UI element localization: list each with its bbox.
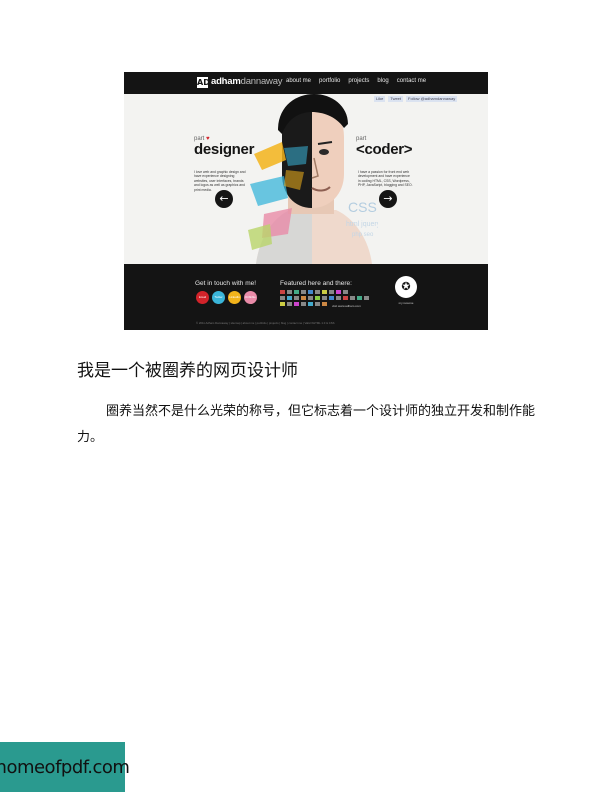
featured-link[interactable]: visit www.adham.com [332,304,361,308]
contact-buttons: Email Twitter LinkedIn Dribbble [196,291,257,304]
site-nav: about me portfolio projects blog contact… [286,78,426,84]
svg-text:html jquery: html jquery [346,221,378,228]
site-logo: adhamdannaway [211,76,283,87]
designer-blurb: I love web and graphic design and have e… [194,170,246,192]
follow-button: Follow @adhamdannaway [406,96,458,102]
coder-blurb: I have a passion for front end web devel… [358,170,413,188]
website-screenshot: AD adhamdannaway about me portfolio proj… [124,72,488,330]
contact-button[interactable]: Twitter [212,291,225,304]
designer-label: part ♥ designer [194,136,254,157]
svg-text:CSS: CSS [348,199,377,215]
nav-item: portfolio [319,78,341,84]
logo-icon: AD [197,77,210,88]
contact-button[interactable]: Dribbble [244,291,257,304]
featured-title: Featured here and there: [280,280,352,287]
nav-item: projects [348,78,370,84]
svg-text:php seo: php seo [352,232,374,238]
arrow-right-icon[interactable]: → [379,190,397,208]
site-header: AD adhamdannaway about me portfolio proj… [124,72,488,94]
resume-icon[interactable]: ✪ [395,276,417,298]
footer-links: © 2011 Adham Dannaway | sitemap | about … [196,321,335,325]
coder-label: part <coder> [356,136,413,158]
arrow-left-icon[interactable]: ← [215,190,233,208]
tweet-button: Tweet [388,96,404,102]
social-buttons: Like Tweet Follow @adhamdannaway [374,96,458,102]
contact-button[interactable]: Email [196,291,209,304]
nav-item: blog [377,78,389,84]
site-footer: Get in touch with me! Email Twitter Link… [124,264,488,330]
nav-item: contact me [396,78,427,84]
watermark-text: homeofpdf.com [0,756,130,778]
contact-title: Get in touch with me! [195,280,257,287]
contact-button[interactable]: LinkedIn [228,291,241,304]
nav-item: about me [286,78,312,84]
coder-title: <coder> [356,141,413,158]
designer-title: designer [194,141,255,158]
logo-last: dannaway [240,76,283,87]
logo-first: adham [211,76,241,87]
watermark-badge: homeofpdf.com [0,742,130,792]
article-paragraph: 圈养当然不是什么光荣的称号，但它标志着一个设计师的独立开发和制作能力。 [77,404,536,445]
resume-label[interactable]: my resume [395,301,417,305]
article-heading: 我是一个被圈养的网页设计师 [77,361,298,381]
